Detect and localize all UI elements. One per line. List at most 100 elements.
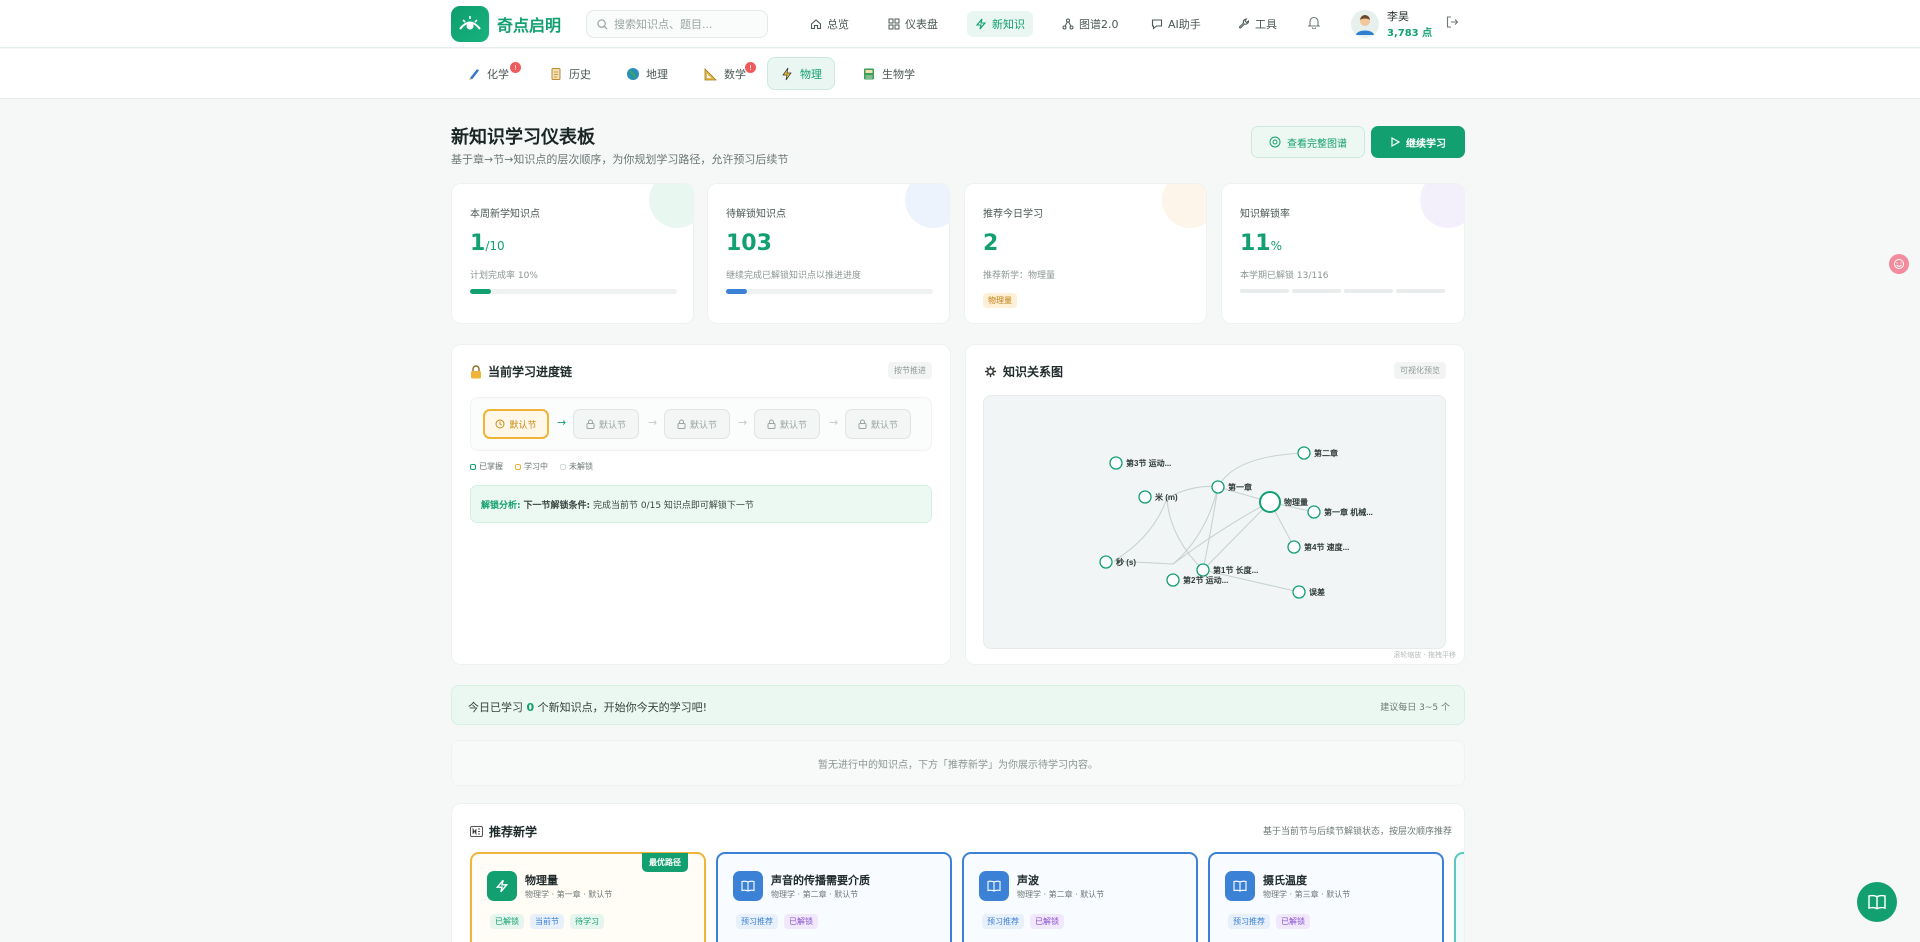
chain-node-locked[interactable]: 默认节: [664, 409, 730, 439]
graph-node-label: 米 (m): [1154, 492, 1178, 502]
legend-learning: 学习中: [515, 461, 548, 472]
app-name: 奇点启明: [497, 16, 562, 35]
recommend-section: 推荐新学 基于当前节与后续节解锁状态，按层次顺序推荐 最优路径 物理量 物理学 …: [451, 803, 1465, 942]
open-book-icon: [979, 871, 1009, 901]
nav-ai-assistant[interactable]: AI助手: [1143, 11, 1209, 37]
nav-new-knowledge[interactable]: 新知识: [967, 11, 1033, 37]
graph-node-label: 第一章: [1228, 482, 1252, 492]
play-icon: [1391, 137, 1400, 147]
graph-node-label: 第1节 长度...: [1213, 565, 1258, 575]
globe-icon: [627, 67, 639, 80]
segment-bar: [1396, 289, 1445, 293]
tab-label: 物理: [800, 67, 822, 81]
recommend-hint: 基于当前节与后续节解锁状态，按层次顺序推荐: [1262, 827, 1452, 837]
notification-bell-icon[interactable]: [1307, 15, 1321, 32]
chain-node-current[interactable]: 默认节: [483, 409, 549, 439]
bolt-icon: [975, 18, 987, 30]
card-tags: 预习推荐 已解锁: [736, 914, 818, 929]
section-title: 知识关系图: [984, 363, 1063, 380]
tab-geography[interactable]: 地理: [614, 57, 680, 90]
nav-tools[interactable]: 工具: [1230, 11, 1285, 37]
legend-mastered: 已掌握: [470, 461, 503, 472]
tab-physics[interactable]: 物理: [767, 57, 835, 90]
search-placeholder: 搜索知识点、题目...: [614, 18, 713, 31]
card-tags: 预习推荐 已解锁: [1228, 914, 1310, 929]
tag: 已解锁: [1276, 914, 1310, 929]
knowledge-graph[interactable]: 第二章 第3节 运动... 第一章 米 (m) 物理量 第一章 机械... 第4…: [983, 395, 1446, 649]
nav-overview[interactable]: 总览: [802, 11, 857, 37]
top-navbar: 奇点启明 搜索知识点、题目... 总览 仪表盘 新知识 图谱2.0 AI助手 工…: [0, 0, 1920, 48]
home-icon: [810, 19, 822, 30]
tab-chemistry[interactable]: 化学 !: [455, 57, 521, 90]
card-meta: 物理学 · 第一章 · 默认节: [525, 890, 613, 899]
card-title: 声波: [1017, 874, 1039, 887]
page-title: 新知识学习仪表板: [451, 127, 595, 148]
stat-note: 继续完成已解锁知识点以推进进度: [726, 271, 862, 281]
empty-state: 暂无进行中的知识点，下方「推荐新学」为你展示待学习内容。: [451, 740, 1465, 786]
recommend-card[interactable]: 最优路径 物理量 物理学 · 第一章 · 默认节 已解锁 当前节 待学习: [470, 852, 706, 942]
segment-bar: [1240, 289, 1289, 293]
floating-helper-icon[interactable]: [1889, 254, 1909, 274]
daily-hint: 建议每日 3~5 个: [1380, 703, 1450, 713]
tag: 待学习: [570, 914, 604, 929]
tab-label: 地理: [646, 67, 668, 81]
tab-biology[interactable]: 生物学: [850, 57, 927, 90]
graph-node-label: 第2节 运动...: [1183, 575, 1228, 585]
open-book-icon: [733, 871, 763, 901]
recommend-card[interactable]: 声音的传播需要介质 物理学 · 第二章 · 默认节 预习推荐 已解锁: [716, 852, 952, 942]
decoration: [1420, 184, 1464, 228]
tab-history[interactable]: 历史: [537, 57, 603, 90]
scroll-icon: [551, 67, 561, 80]
nav-graph[interactable]: 图谱2.0: [1054, 11, 1127, 37]
user-menu[interactable]: 李昊 3,783 点: [1351, 8, 1432, 39]
card-title: 声音的传播需要介质: [771, 874, 870, 887]
stat-value: 11%: [1240, 231, 1283, 256]
tab-label: 历史: [569, 67, 591, 81]
card-tags: 已解锁 当前节 待学习: [490, 914, 604, 929]
graph-canvas: 第二章 第3节 运动... 第一章 米 (m) 物理量 第一章 机械... 第4…: [1099, 446, 1373, 599]
graph-node-label: 误差: [1309, 587, 1325, 597]
app-logo[interactable]: 奇点启明: [451, 6, 561, 42]
logout-icon[interactable]: [1445, 15, 1459, 32]
search-input[interactable]: 搜索知识点、题目...: [586, 10, 768, 38]
wrench-icon: [1238, 18, 1249, 29]
tab-math[interactable]: 数学 !: [692, 57, 758, 90]
stat-label: 知识解锁率: [1240, 209, 1290, 220]
view-full-graph-button[interactable]: 查看完整图谱: [1251, 126, 1365, 158]
card-tags: 预习推荐 已解锁: [982, 914, 1064, 929]
tag: 预习推荐: [736, 914, 778, 929]
chain-node-locked[interactable]: 默认节: [573, 409, 639, 439]
recommend-card[interactable]: 摄氏温度 物理学 · 第三章 · 默认节 预习推荐 已解锁: [1208, 852, 1444, 942]
segment-bar: [1292, 289, 1341, 293]
graph-hint: 滚轮缩放 · 拖拽平移: [1393, 651, 1456, 659]
search-icon: [597, 18, 608, 30]
topic-tag[interactable]: 物理量: [983, 292, 1017, 308]
card-title: 物理量: [525, 874, 558, 887]
chain-node-locked[interactable]: 默认节: [845, 409, 911, 439]
decoration: [905, 184, 949, 228]
recommend-card[interactable]: 声波 物理学 · 第二章 · 默认节 预习推荐 已解锁: [962, 852, 1198, 942]
decoration: [1162, 184, 1206, 228]
stat-note: 本学期已解锁 13/116: [1240, 271, 1329, 281]
today-banner: 今日已学习 0 个新知识点，开始你今天的学习吧! 建议每日 3~5 个: [451, 685, 1465, 725]
graph-node-label: 第二章: [1314, 448, 1338, 458]
stat-card-locked: 待解锁知识点 103 继续完成已解锁知识点以推进进度: [707, 183, 950, 324]
stat-card-weekly: 本周新学知识点 1/10 计划完成率 10%: [451, 183, 694, 324]
tab-label: 化学: [487, 67, 509, 81]
lock-icon: [858, 419, 867, 429]
bolt-icon: [782, 67, 792, 80]
arrow-icon: →: [829, 416, 839, 429]
recommend-card-peek[interactable]: [1454, 852, 1464, 942]
nav-dashboard[interactable]: 仪表盘: [880, 11, 946, 37]
grid-icon: [888, 18, 900, 30]
decoration: [649, 184, 693, 228]
continue-learning-button[interactable]: 继续学习: [1371, 126, 1465, 158]
stat-note: 计划完成率 10%: [470, 271, 538, 281]
section-title: 推荐新学: [470, 823, 537, 840]
open-book-fab-icon[interactable]: [1857, 882, 1897, 922]
best-path-badge: 最优路径: [642, 853, 688, 872]
stat-value: 1/10: [470, 231, 505, 256]
chain-node-locked[interactable]: 默认节: [754, 409, 820, 439]
gear-icon: [984, 365, 997, 378]
graph-node-label: 秒 (s): [1116, 557, 1136, 567]
